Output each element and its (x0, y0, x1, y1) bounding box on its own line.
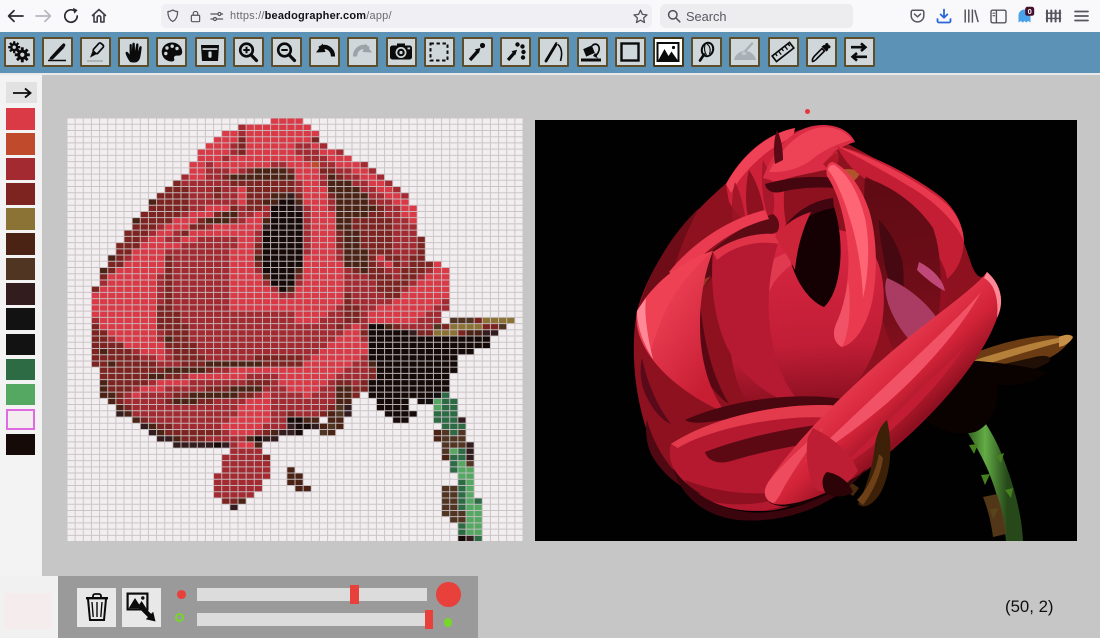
svg-text:0: 0 (1028, 7, 1032, 16)
